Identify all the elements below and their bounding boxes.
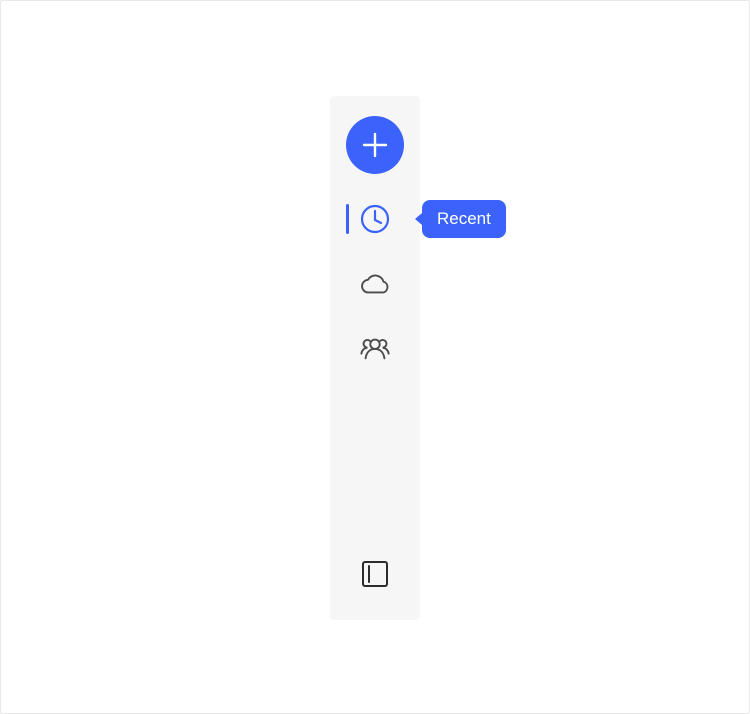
selected-indicator bbox=[346, 204, 349, 234]
panel-toggle-icon bbox=[359, 558, 391, 590]
nav-item-recent[interactable] bbox=[330, 197, 420, 241]
nav-item-cloud[interactable] bbox=[330, 262, 420, 306]
create-button[interactable] bbox=[346, 116, 404, 174]
plus-icon bbox=[359, 129, 391, 161]
side-navigation-rail bbox=[330, 96, 420, 620]
tooltip-label: Recent bbox=[437, 209, 491, 228]
panel-toggle-button[interactable] bbox=[357, 556, 393, 592]
nav-item-shared[interactable] bbox=[330, 326, 420, 370]
clock-icon bbox=[359, 203, 391, 235]
tooltip-recent: Recent bbox=[415, 200, 506, 238]
cloud-icon bbox=[359, 268, 391, 300]
people-icon bbox=[359, 332, 391, 364]
